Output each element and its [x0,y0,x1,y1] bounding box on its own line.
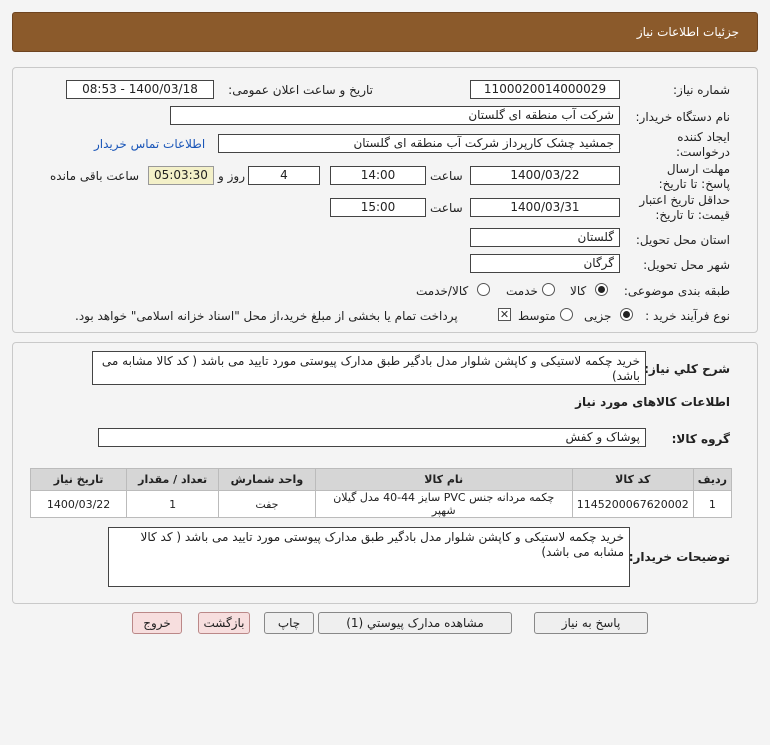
cell-row: 1 [692,490,733,518]
attachments-button[interactable]: مشاهده مدارک پیوستي (1) [318,612,512,634]
exit-button[interactable]: خروج [132,612,182,634]
remaining-time-field: 05:03:30 [148,166,214,185]
category-radio-goods-service[interactable] [477,283,490,296]
category-option-goods: کالا [570,284,587,298]
buyer-org-field: شرکت آب منطقه ای گلستان [170,106,620,125]
cell-code: 1145200067620002 [571,490,694,518]
col-row: ردیف [692,468,733,491]
col-date: تاریخ نیاز [29,468,128,491]
print-button[interactable]: چاپ [264,612,314,634]
buyer-notes-label: توضیحات خریدار: [628,550,730,564]
col-code: کد کالا [571,468,694,491]
days-label: روز و [218,169,245,183]
goods-group-label: گروه کالا: [671,432,730,446]
process-label: نوع فرآیند خرید : [645,309,730,323]
category-option-service: خدمت [506,284,538,298]
validity-time-field: 15:00 [330,198,426,217]
process-radio-minor[interactable] [620,308,633,321]
treasury-payment-checkbox[interactable]: ✕ [498,308,511,321]
items-table: ردیف کد کالا نام کالا واحد شمارش تعداد /… [29,468,733,518]
deadline-time-field: 14:00 [330,166,426,185]
category-label: طبقه بندی موضوعی: [623,284,730,298]
deadline-date-field: 1400/03/22 [470,166,620,185]
cell-qty: 1 [126,490,220,518]
deadline-time-label: ساعت [430,169,463,183]
deadline-label: مهلت ارسال پاسخ: تا تاریخ: [658,162,730,191]
buyer-notes-field: خرید چکمه لاستیکی و کاپشن شلوار مدل بادگ… [108,527,630,587]
contact-buyer-link[interactable]: اطلاعات تماس خریدار [94,137,205,151]
days-field: 4 [248,166,320,185]
validity-time-label: ساعت [430,201,463,215]
need-desc-label: شرح کلي نياز: [644,362,730,376]
need-number-label: شماره نیاز: [673,83,730,97]
validity-label: حداقل تاریخ اعتبار قیمت: تا تاریخ: [639,193,730,222]
cell-unit: جفت [218,490,316,518]
category-radio-goods[interactable] [595,283,608,296]
buyer-org-label: نام دستگاه خریدار: [635,110,731,124]
province-label: استان محل تحویل: [635,233,730,247]
col-qty: تعداد / مقدار [126,468,220,491]
reply-button[interactable]: پاسخ به نیاز [534,612,648,634]
province-field: گلستان [470,228,620,247]
validity-date-field: 1400/03/31 [470,198,620,217]
goods-group-field: پوشاک و کفش [98,428,646,447]
page-title: جزئیات اطلاعات نیاز [636,25,739,39]
page-header: جزئیات اطلاعات نیاز [12,12,758,52]
back-button[interactable]: بازگشت [198,612,250,634]
items-section-title: اطلاعات کالاهای مورد نیاز [575,395,730,409]
city-field: گرگان [470,254,620,273]
process-option-minor: جزیی [584,309,612,323]
city-label: شهر محل تحویل: [643,258,730,272]
treasury-payment-note: پرداخت تمام یا بخشی از مبلغ خرید،از محل … [75,309,458,323]
creator-field: جمشید چشک کارپرداز شرکت آب منطقه ای گلست… [218,134,620,153]
items-table-header: ردیف کد کالا نام کالا واحد شمارش تعداد /… [29,468,733,491]
table-row: 1 1145200067620002 چکمه مردانه جنس PVC س… [29,490,733,518]
cell-date: 1400/03/22 [29,490,128,518]
category-option-goods-service: کالا/خدمت [416,284,469,298]
announce-label: تاریخ و ساعت اعلان عمومی: [228,83,373,97]
cell-name: چکمه مردانه جنس PVC سایز 44-40 مدل گیلان… [314,490,573,518]
creator-label: ایجاد کننده درخواست: [676,130,730,159]
process-option-medium: متوسط [518,309,556,323]
need-desc-field: خرید چکمه لاستیکی و کاپشن شلوار مدل بادگ… [92,351,646,385]
process-radio-medium[interactable] [560,308,573,321]
col-unit: واحد شمارش [218,468,316,491]
remaining-label: ساعت باقی مانده [50,169,140,183]
category-radio-service[interactable] [542,283,555,296]
announce-datetime-field: 1400/03/18 - 08:53 [66,80,214,99]
need-number-field: 1100020014000029 [470,80,620,99]
col-name: نام کالا [314,468,573,491]
